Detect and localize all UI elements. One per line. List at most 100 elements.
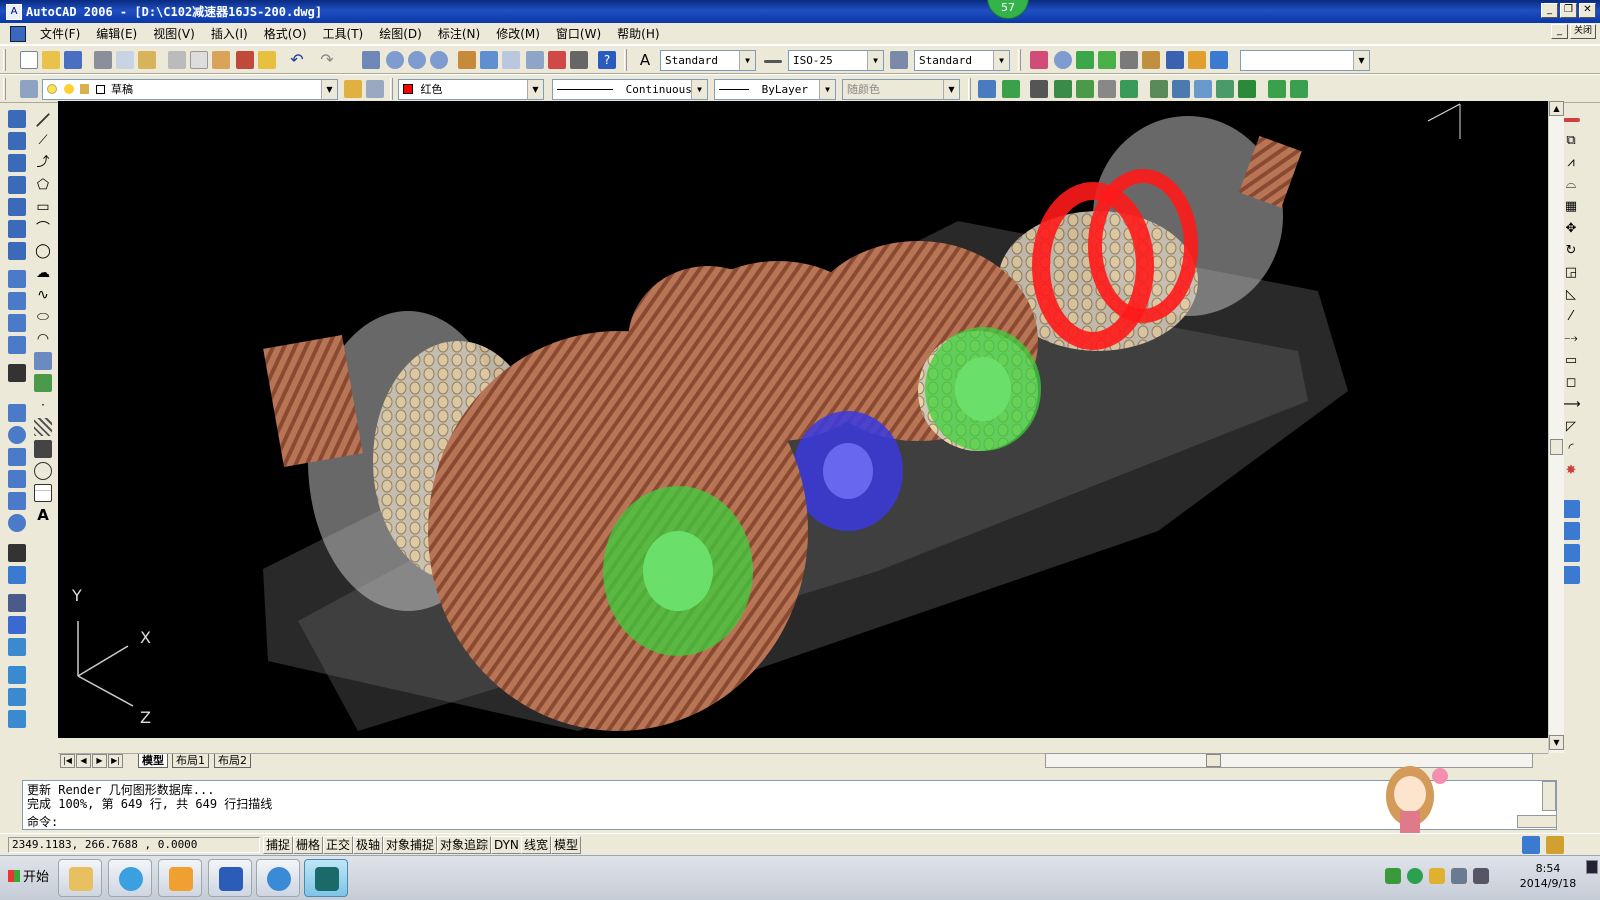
trim-icon[interactable]: ⁄: [1562, 308, 1580, 326]
line-icon[interactable]: [35, 112, 51, 128]
move-icon[interactable]: ✥: [1562, 220, 1580, 238]
toggle-otrack[interactable]: 对象追踪: [437, 836, 492, 854]
toolbar-grip[interactable]: [3, 49, 6, 71]
slice-icon[interactable]: [8, 616, 26, 634]
landscape-icon[interactable]: [1150, 80, 1168, 98]
scale-icon[interactable]: ◲: [1562, 264, 1580, 282]
markup-icon[interactable]: [548, 51, 566, 69]
scroll-up-icon[interactable]: ▲: [1549, 101, 1564, 116]
tab-last-icon[interactable]: ▶|: [108, 754, 123, 768]
mapping-icon[interactable]: [1098, 80, 1116, 98]
plotstyle-select[interactable]: 随颜色 ▼: [842, 79, 960, 100]
cut-icon[interactable]: [168, 51, 186, 69]
camera-view-icon[interactable]: [8, 336, 26, 354]
tool-palettes-icon[interactable]: [502, 51, 520, 69]
tab-next-icon[interactable]: ▶: [92, 754, 107, 768]
minimize-button[interactable]: _: [1541, 3, 1558, 18]
view-sw-iso-icon[interactable]: [8, 242, 26, 260]
join-icon[interactable]: ⟶: [1562, 396, 1581, 414]
volume-icon[interactable]: [1473, 868, 1489, 884]
taskbar-ie[interactable]: [256, 859, 300, 897]
view-se-iso-icon[interactable]: [8, 270, 26, 288]
multiline-text-icon[interactable]: A: [34, 506, 52, 524]
construction-line-icon[interactable]: ⟋: [34, 132, 52, 150]
polyline-icon[interactable]: ⤴: [34, 154, 52, 172]
render-setup-icon[interactable]: [1290, 80, 1308, 98]
make-object-layer-current-icon[interactable]: [344, 80, 362, 98]
view-ne-iso-icon[interactable]: [8, 292, 26, 310]
box-icon[interactable]: [8, 404, 26, 422]
camera-icon[interactable]: [1120, 51, 1138, 69]
table-style-icon[interactable]: [890, 51, 908, 69]
notification-badge[interactable]: 57: [987, 0, 1029, 19]
wedge-icon[interactable]: [8, 492, 26, 510]
menu-file[interactable]: 文件(F): [32, 25, 88, 42]
shade-icon[interactable]: [978, 80, 996, 98]
scroll-down-icon[interactable]: ▼: [1549, 735, 1564, 750]
setup-drawing-icon[interactable]: [8, 666, 26, 684]
spline-icon[interactable]: ∿: [34, 286, 52, 304]
chevron-down-icon[interactable]: ▼: [993, 51, 1009, 70]
new-file-icon[interactable]: [20, 51, 38, 69]
chevron-down-icon[interactable]: ▼: [691, 80, 707, 99]
dim-style-icon[interactable]: [764, 60, 782, 63]
tab-prev-icon[interactable]: ◀: [76, 754, 91, 768]
subtract-icon[interactable]: [1562, 522, 1580, 540]
orbit-icon[interactable]: [1076, 51, 1094, 69]
lights-icon[interactable]: [1188, 51, 1206, 69]
view-front-icon[interactable]: [8, 198, 26, 216]
drawing-viewport[interactable]: Y X Z: [58, 101, 1548, 738]
taskbar-word[interactable]: [208, 859, 252, 897]
color-select[interactable]: 红色 ▼: [398, 79, 544, 100]
tab-layout1[interactable]: 布局1: [172, 754, 209, 768]
network-icon[interactable]: [1451, 868, 1467, 884]
lock-icon[interactable]: [80, 84, 89, 94]
explode-icon[interactable]: ✸: [1562, 462, 1580, 480]
horizontal-scroll-thumb[interactable]: [1206, 754, 1221, 767]
menu-window[interactable]: 窗口(W): [548, 25, 609, 42]
named-views-icon[interactable]: [8, 364, 26, 382]
redo-icon[interactable]: ↷: [318, 51, 336, 69]
vertical-scrollbar[interactable]: ▲ ▼: [1548, 101, 1564, 753]
layer-previous-icon[interactable]: [366, 80, 384, 98]
text-style-select[interactable]: Standard ▼: [660, 50, 756, 71]
menu-dimension[interactable]: 标注(N): [430, 25, 488, 42]
gradient-icon[interactable]: [34, 440, 52, 458]
copy-icon[interactable]: [190, 51, 208, 69]
make-block-icon[interactable]: [34, 374, 52, 392]
command-prompt[interactable]: 命令:: [27, 815, 58, 829]
vertical-scroll-thumb[interactable]: [1550, 439, 1563, 455]
dim-style-select[interactable]: ISO-25 ▼: [788, 50, 884, 71]
toggle-polar[interactable]: 极轴: [353, 836, 384, 854]
ellipse-icon[interactable]: ⬭: [34, 308, 52, 326]
insert-block-icon[interactable]: [34, 352, 52, 370]
table-style-select[interactable]: Standard ▼: [914, 50, 1010, 71]
solid-edit-icon[interactable]: [1562, 566, 1580, 584]
chevron-down-icon[interactable]: ▼: [739, 51, 755, 70]
menu-format[interactable]: 格式(O): [256, 25, 315, 42]
block-editor-icon[interactable]: [258, 51, 276, 69]
tab-model[interactable]: 模型: [138, 754, 168, 768]
toggle-grid[interactable]: 栅格: [293, 836, 324, 854]
landscape-edit-icon[interactable]: [1172, 80, 1190, 98]
save-icon[interactable]: [64, 51, 82, 69]
taskbar-cloud[interactable]: [108, 859, 152, 897]
taskbar-app[interactable]: [158, 859, 202, 897]
background-icon[interactable]: [1120, 80, 1138, 98]
start-button[interactable]: 开始: [2, 864, 55, 892]
render-zoom-icon[interactable]: [1054, 51, 1072, 69]
rectangle-icon[interactable]: ▭: [34, 198, 52, 216]
publish-icon[interactable]: [138, 51, 156, 69]
torus-icon[interactable]: [8, 514, 26, 532]
revolve-icon[interactable]: [8, 566, 26, 584]
help-icon[interactable]: ?: [598, 51, 616, 69]
union-icon[interactable]: [1562, 500, 1580, 518]
autocad-app-icon[interactable]: A: [6, 3, 22, 20]
communication-center-icon[interactable]: [1522, 836, 1540, 854]
chevron-down-icon[interactable]: ▼: [819, 80, 835, 99]
menu-insert[interactable]: 插入(I): [203, 25, 256, 42]
toolbar-grip[interactable]: [3, 78, 6, 100]
fog-icon[interactable]: [1216, 80, 1234, 98]
lightbulb-icon[interactable]: [47, 84, 57, 94]
chevron-down-icon[interactable]: ▼: [527, 80, 543, 99]
